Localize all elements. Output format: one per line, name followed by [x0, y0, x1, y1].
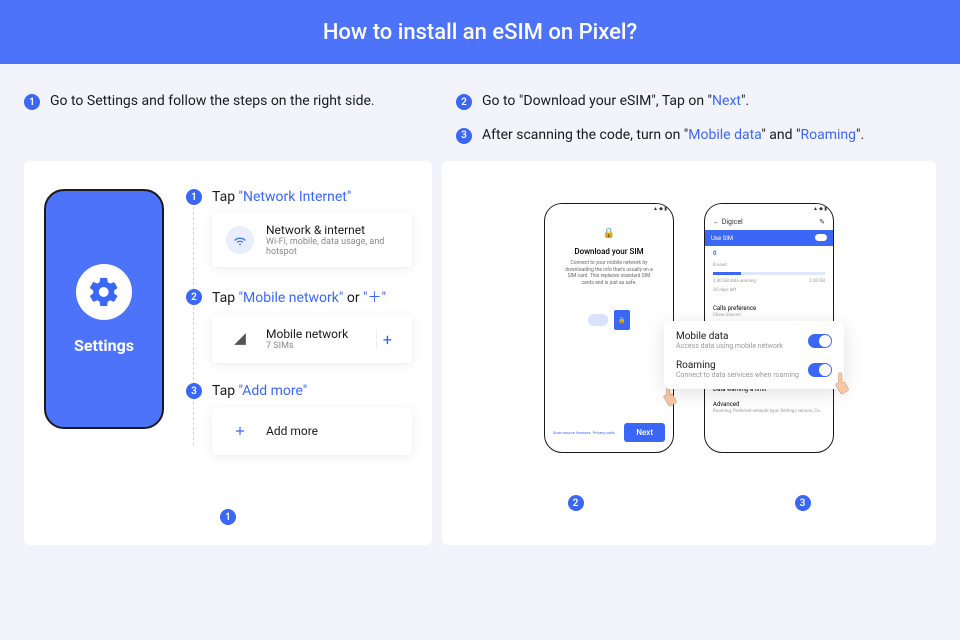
instruction-3: 3 After scanning the code, turn on "Mobi…	[456, 126, 936, 146]
page-header: How to install an eSIM on Pixel?	[0, 0, 960, 64]
data-progress	[713, 272, 825, 275]
roaming-row: Roaming Connect to data services when ro…	[676, 360, 832, 379]
instruction-3-text: After scanning the code, turn on "Mobile…	[482, 126, 864, 146]
mobile-data-toggle	[808, 334, 832, 348]
plus-icon	[226, 417, 254, 445]
bullet-2: 2	[456, 94, 472, 110]
download-sim-desc: Connect to your mobile network by downlo…	[563, 260, 655, 286]
instructions-right: 2 Go to "Download your eSIM", Tap on "Ne…	[456, 92, 936, 145]
panels: Settings 1 Tap "Network Internet"	[0, 161, 960, 569]
plus-icon: +	[376, 330, 398, 349]
download-sim-title: Download your SIM	[555, 247, 663, 256]
panel2-footer-bullets: 2 3	[462, 477, 916, 511]
mobile-data-link: Mobile data	[688, 127, 761, 143]
page-title: How to install an eSIM on Pixel?	[323, 20, 637, 45]
sim-icon: 🔒	[614, 310, 630, 330]
license-links: Scan source licenses. Privacy polic	[553, 430, 615, 435]
use-sim-row: Use SIM	[705, 230, 833, 246]
sub-steps: 1 Tap "Network Internet" Network & inter…	[186, 189, 412, 455]
settings-phone-mock: Settings	[44, 189, 164, 429]
instruction-1-text: Go to Settings and follow the steps on t…	[50, 92, 375, 112]
sim-graphic: 🔒	[555, 310, 663, 330]
sub-step-3: 3 Tap "Add more" Add more	[186, 383, 412, 455]
mobile-data-row: Mobile data Access data using mobile net…	[676, 331, 832, 350]
status-bar: ▲ ◆ ▮	[545, 204, 673, 214]
status-bar: ▲ ◆ ▮	[705, 204, 833, 214]
roaming-link: Roaming	[800, 127, 856, 143]
add-more-card: Add more	[212, 407, 412, 455]
panel-step-1: Settings 1 Tap "Network Internet"	[24, 161, 432, 545]
gear-icon	[76, 264, 132, 320]
phones-row: ▲ ◆ ▮ 🔒 Download your SIM Connect to you…	[462, 203, 916, 453]
settings-label: Settings	[74, 336, 134, 355]
panel-steps-2-3: ▲ ◆ ▮ 🔒 Download your SIM Connect to you…	[442, 161, 936, 545]
sub-step-2: 2 Tap "Mobile network" or "＋" Mobile net…	[186, 287, 412, 363]
lock-icon: 🔒	[555, 228, 663, 239]
phone-download-sim: ▲ ◆ ▮ 🔒 Download your SIM Connect to you…	[544, 203, 674, 453]
use-sim-toggle	[815, 234, 827, 241]
sub-step-1: 1 Tap "Network Internet" Network & inter…	[186, 189, 412, 267]
next-button: Next	[624, 423, 665, 442]
signal-icon	[226, 325, 254, 353]
network-internet-card: Network & internet Wi-Fi, mobile, data u…	[212, 213, 412, 267]
instruction-2-text: Go to "Download your eSIM", Tap on "Next…	[482, 92, 749, 112]
instruction-1: 1 Go to Settings and follow the steps on…	[24, 92, 424, 145]
edit-icon: ✎	[819, 218, 825, 226]
cloud-icon	[588, 314, 608, 326]
bullet-3: 3	[456, 128, 472, 144]
instruction-2: 2 Go to "Download your eSIM", Tap on "Ne…	[456, 92, 936, 112]
next-link: Next	[712, 93, 741, 109]
mobile-network-card: Mobile network 7 SIMs +	[212, 315, 412, 363]
wifi-icon	[226, 226, 254, 254]
roaming-toggle	[808, 363, 832, 377]
instructions-row: 1 Go to Settings and follow the steps on…	[0, 64, 960, 161]
panel1-footer-bullet: 1	[44, 479, 412, 525]
bullet-1: 1	[24, 94, 40, 110]
toggles-overlay: Mobile data Access data using mobile net…	[664, 321, 844, 389]
